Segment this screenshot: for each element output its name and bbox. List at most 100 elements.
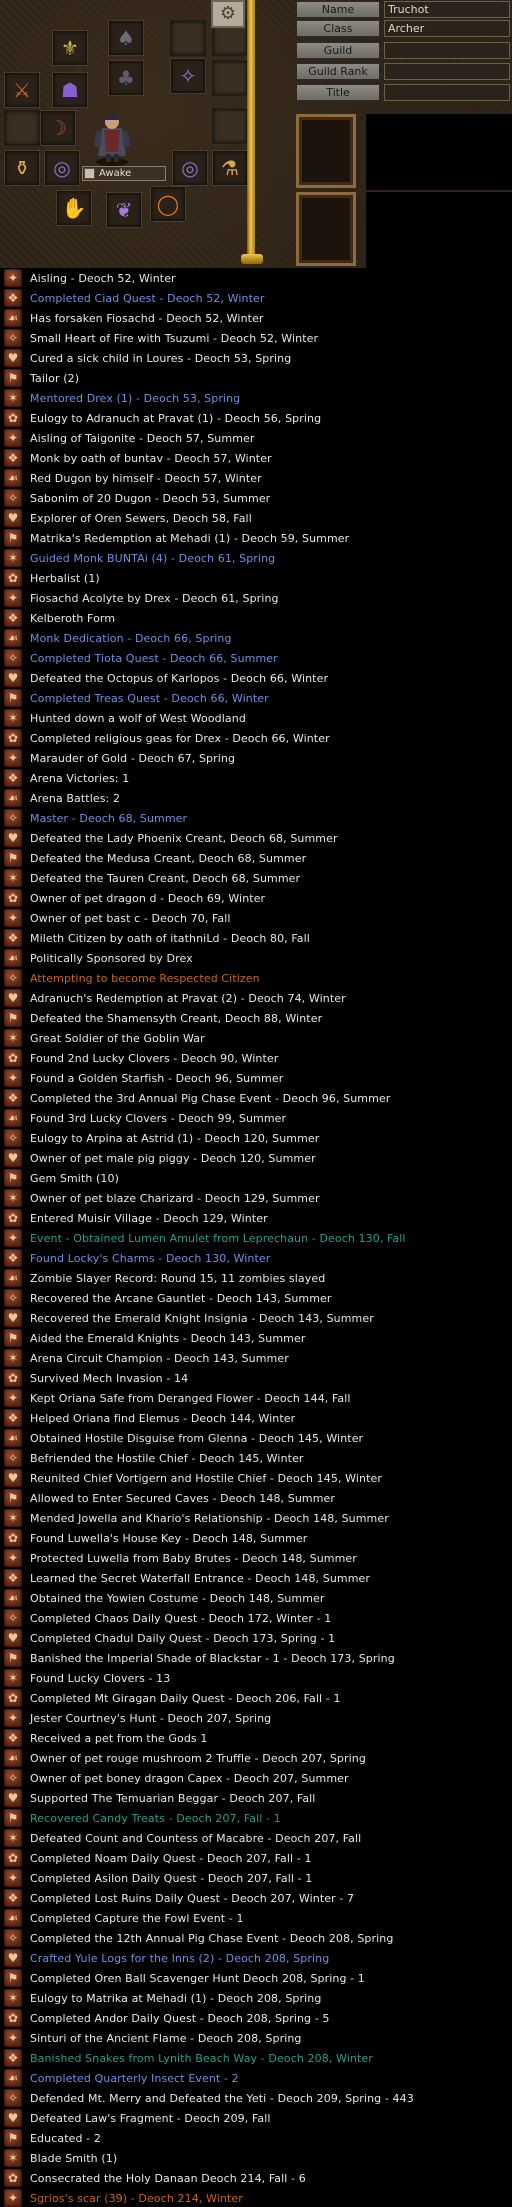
profile-text-box[interactable]	[366, 192, 512, 268]
legend-row: ❖ Found Locky's Charms - Deoch 130, Winte…	[0, 1248, 512, 1268]
legend-row: ✿ Owner of pet dragon d - Deoch 69, Winte…	[0, 888, 512, 908]
legend-text: Mentored Drex (1) - Deoch 53, Spring	[30, 391, 241, 405]
mark-icon: ✶	[4, 1509, 22, 1527]
legend-text: Cured a sick child in Loures - Deoch 53,…	[30, 351, 292, 365]
mark-icon: ☙	[4, 2069, 22, 2087]
ring-icon: ◎	[181, 156, 199, 180]
class-field: Archer	[384, 20, 510, 37]
legend-row: ☙ Monk Dedication - Deoch 66, Spring	[0, 628, 512, 648]
legend-row: ✧ Sabonim of 20 Dugon - Deoch 53, Summer	[0, 488, 512, 508]
legend-text: Defeated the Tauren Creant, Deoch 68, Su…	[30, 871, 301, 885]
mark-icon: ✦	[4, 749, 22, 767]
legend-row: ✧ Defended Mt. Merry and Defeated the Yet…	[0, 2088, 512, 2108]
legend-text: Sinturi of the Ancient Flame - Deoch 208…	[30, 2031, 302, 2045]
equip-slot-gem[interactable]: ✧	[170, 58, 206, 94]
mark-icon: ✶	[4, 2149, 22, 2167]
legend-text: Entered Muisir Village - Deoch 129, Wint…	[30, 1211, 268, 1225]
mark-icon: ✶	[4, 549, 22, 567]
portrait-frame[interactable]	[296, 114, 356, 188]
legend-text: Guided Monk BUNTAi (4) - Deoch 61, Sprin…	[30, 551, 276, 565]
legend-text: Completed Noam Daily Quest - Deoch 207, …	[30, 1851, 312, 1865]
mark-icon: ✦	[4, 1709, 22, 1727]
legend-row: ✧ Master - Deoch 68, Summer	[0, 808, 512, 828]
mark-icon: ⚑	[4, 849, 22, 867]
equip-slot-empty[interactable]	[212, 60, 248, 96]
legend-row: ⚑ Completed Treas Quest - Deoch 66, Winte…	[0, 688, 512, 708]
legend-text: Owner of pet male pig piggy - Deoch 120,…	[30, 1151, 316, 1165]
legend-row: ✧ Completed Tiota Quest - Deoch 66, Summe…	[0, 648, 512, 668]
legend-text: Kelberoth Form	[30, 611, 116, 625]
legend-text: Completed Andor Daily Quest - Deoch 208,…	[30, 2011, 330, 2025]
mark-icon: ❖	[4, 449, 22, 467]
equip-slot-amulet[interactable]: ⚜	[52, 30, 88, 66]
mark-icon: ✧	[4, 1609, 22, 1627]
equip-slot-scroll[interactable]: ⚱	[4, 150, 40, 186]
legend-row: ✦ Found a Golden Starfish - Deoch 96, Sum…	[0, 1068, 512, 1088]
equip-slot-bow[interactable]: ☽	[40, 110, 76, 146]
equip-slot-empty[interactable]	[170, 20, 206, 56]
legend-text: Found Locky's Charms - Deoch 130, Winter	[30, 1251, 271, 1265]
legend-text: Completed Mt Giragan Daily Quest - Deoch…	[30, 1691, 341, 1705]
legend-text: Mileth Citizen by oath of itathniLd - De…	[30, 931, 310, 945]
purple-helm-icon: ☗	[61, 78, 79, 102]
legend-text: Arena Circuit Champion - Deoch 143, Summ…	[30, 1351, 289, 1365]
mark-icon: ☙	[4, 1909, 22, 1927]
legend-row: ♥ Crafted Yule Logs for the Inns (2) - De…	[0, 1948, 512, 1968]
mark-icon: ⚑	[4, 1009, 22, 1027]
mark-icon: ⚑	[4, 2129, 22, 2147]
equip-slot-helm[interactable]: ☗	[52, 72, 88, 108]
mark-icon: ☙	[4, 789, 22, 807]
legend-row: ✿ Herbalist (1)	[0, 568, 512, 588]
awake-toggle[interactable]: Awake	[82, 166, 166, 181]
legend-row: ☙ Obtained the Yowien Costume - Deoch 148…	[0, 1588, 512, 1608]
equip-slot-shoes[interactable]: ❦	[106, 192, 142, 228]
legend-text: Owner of pet bast c - Deoch 70, Fall	[30, 911, 231, 925]
legend-row: ☙ Arena Battles: 2	[0, 788, 512, 808]
legend-text: Survived Mech Invasion - 14	[30, 1371, 189, 1385]
legend-row: ☙ Politically Sponsored by Drex	[0, 948, 512, 968]
legend-text: Supported The Temuarian Beggar - Deoch 2…	[30, 1791, 316, 1805]
profile-text-box[interactable]	[366, 114, 512, 190]
equip-slot-ring-left[interactable]: ◎	[44, 150, 80, 186]
legend-row: ✧ Completed the 12th Annual Pig Chase Eve…	[0, 1928, 512, 1948]
legend-text: Banished Snakes from Lynith Beach Way - …	[30, 2051, 373, 2065]
mark-icon: ❖	[4, 2049, 22, 2067]
legend-row: ✶ Defeated Count and Countess of Macabre …	[0, 1828, 512, 1848]
legend-text: Completed Treas Quest - Deoch 66, Winter	[30, 691, 269, 705]
legend-row: ✿ Found 2nd Lucky Clovers - Deoch 90, Win…	[0, 1048, 512, 1068]
legend-row: ☙ Has forsaken Fiosachd - Deoch 52, Winte…	[0, 308, 512, 328]
legend-text: Obtained the Yowien Costume - Deoch 148,…	[30, 1591, 325, 1605]
mark-icon: ✧	[4, 1769, 22, 1787]
mark-icon: ✦	[4, 1389, 22, 1407]
potion-icon: ⚗	[221, 156, 239, 180]
mark-icon: ☙	[4, 949, 22, 967]
settings-button[interactable]: ⚙	[211, 0, 245, 28]
legend-row: ✦ Aisling of Taigonite - Deoch 57, Summer	[0, 428, 512, 448]
mark-icon: ✧	[4, 1449, 22, 1467]
legend-row: ✦ Owner of pet bast c - Deoch 70, Fall	[0, 908, 512, 928]
legend-text: Attempting to become Respected Citizen	[30, 971, 260, 985]
mark-icon: ❖	[4, 1569, 22, 1587]
mark-icon: ❖	[4, 1729, 22, 1747]
legend-text: Educated - 2	[30, 2131, 101, 2145]
equip-slot-empty[interactable]	[4, 110, 40, 146]
equip-slot-ring-right[interactable]: ◎	[172, 150, 208, 186]
equip-slot-potion[interactable]: ⚗	[212, 150, 248, 186]
dark-cloak-icon: ♠	[117, 26, 135, 50]
legend-row: ✶ Owner of pet blaze Charizard - Deoch 12…	[0, 1188, 512, 1208]
legend-row: ✦ Aisling - Deoch 52, Winter	[0, 268, 512, 288]
legend-text: Zombie Slayer Record: Round 15, 11 zombi…	[30, 1271, 326, 1285]
mark-icon: ♥	[4, 669, 22, 687]
equip-slot-weapon[interactable]: ⚔	[4, 72, 40, 108]
equip-slot-cloak[interactable]: ♠	[108, 20, 144, 56]
equip-slot-belt[interactable]: ◯	[150, 186, 186, 222]
mark-icon: ✶	[4, 1829, 22, 1847]
emblem-frame[interactable]	[296, 192, 356, 266]
equip-slot-boots[interactable]: ♣	[108, 60, 144, 96]
awake-checkbox[interactable]	[84, 168, 95, 179]
mark-icon: ⚑	[4, 689, 22, 707]
mark-icon: ⚑	[4, 529, 22, 547]
purple-gem-icon: ✧	[179, 64, 197, 88]
equip-slot-gloves[interactable]: ✋	[56, 190, 92, 226]
equip-slot-empty[interactable]	[212, 108, 248, 144]
